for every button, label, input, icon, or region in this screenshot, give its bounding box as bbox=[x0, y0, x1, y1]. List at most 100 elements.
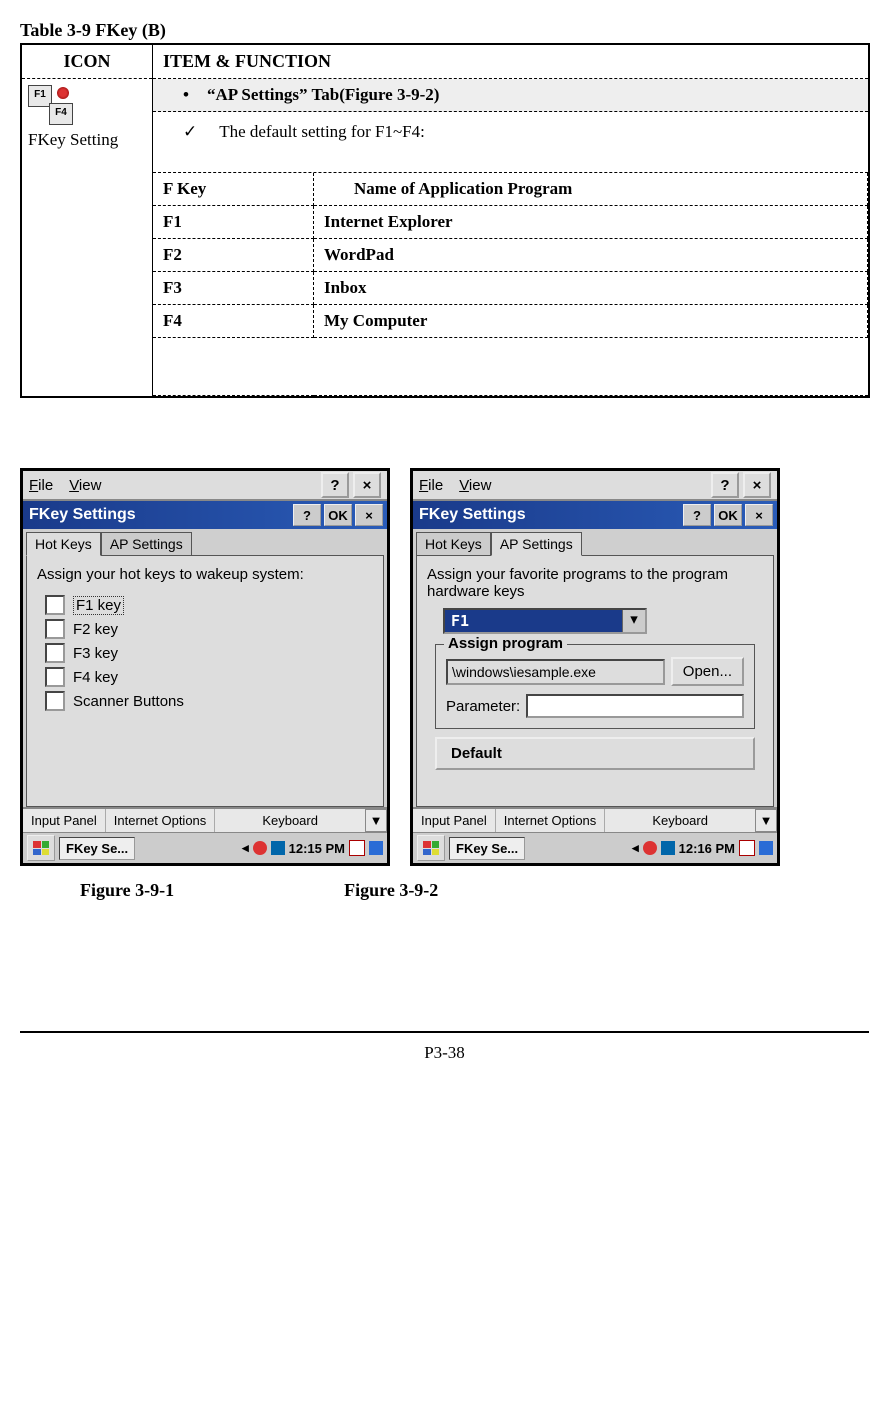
window-titlebar: FKey Settings ? OK × bbox=[23, 501, 387, 529]
fkey-dropdown[interactable]: F1 ▾ bbox=[443, 608, 647, 634]
checkbox-icon[interactable] bbox=[45, 691, 65, 711]
fkey-setting-icon: F1 F4 bbox=[28, 85, 73, 125]
checkbox-icon[interactable] bbox=[45, 619, 65, 639]
close-button[interactable]: × bbox=[353, 472, 381, 498]
help-button[interactable]: ? bbox=[321, 472, 349, 498]
tray-battery-icon[interactable] bbox=[271, 841, 285, 855]
tray-arrow-icon[interactable]: ◂ bbox=[242, 840, 249, 856]
bar-input-panel[interactable]: Input Panel bbox=[23, 809, 106, 832]
start-button[interactable] bbox=[27, 835, 55, 861]
bar-keyboard[interactable]: Keyboard bbox=[215, 809, 365, 832]
titlebar-help-button[interactable]: ? bbox=[293, 504, 321, 526]
tab-strip: Hot Keys AP Settings bbox=[23, 529, 387, 556]
titlebar-ok-button[interactable]: OK bbox=[714, 504, 742, 526]
help-button[interactable]: ? bbox=[711, 472, 739, 498]
window-title: FKey Settings bbox=[27, 506, 290, 524]
tray-alert-icon[interactable] bbox=[739, 840, 755, 856]
menu-file[interactable]: File bbox=[29, 477, 53, 494]
window-titlebar: FKey Settings ? OK × bbox=[413, 501, 777, 529]
page-number: P3-38 bbox=[20, 1043, 869, 1063]
control-panel-bar: Input Panel Internet Options Keyboard ▼ bbox=[23, 807, 387, 832]
bar-internet-options[interactable]: Internet Options bbox=[106, 809, 216, 832]
menu-file[interactable]: File bbox=[419, 477, 443, 494]
ap-settings-text: “AP Settings” Tab(Figure 3-9-2) bbox=[207, 85, 440, 104]
inner-header-name: Name of Application Program bbox=[314, 173, 868, 206]
titlebar-close-button[interactable]: × bbox=[355, 504, 383, 526]
check-scanner[interactable]: Scanner Buttons bbox=[45, 691, 373, 711]
tray-status-icon[interactable] bbox=[253, 841, 267, 855]
check-f4[interactable]: F4 key bbox=[45, 667, 373, 687]
hot-keys-panel: Assign your hot keys to wakeup system: F… bbox=[26, 555, 384, 807]
checkbox-icon[interactable] bbox=[45, 667, 65, 687]
system-tray: ◂ 12:16 PM bbox=[529, 840, 773, 856]
empty-row bbox=[153, 338, 868, 396]
task-fkey-settings[interactable]: FKey Se... bbox=[59, 837, 135, 860]
windows-logo-icon bbox=[33, 841, 49, 855]
menu-view[interactable]: View bbox=[459, 477, 491, 494]
table-row: F2 WordPad bbox=[153, 239, 868, 272]
check-f1[interactable]: F1 key bbox=[45, 595, 373, 615]
menubar: File View ? × bbox=[23, 471, 387, 501]
default-button[interactable]: Default bbox=[435, 737, 755, 770]
titlebar-help-button[interactable]: ? bbox=[683, 504, 711, 526]
cell-app: Internet Explorer bbox=[314, 206, 868, 239]
menu-view[interactable]: View bbox=[69, 477, 101, 494]
parameter-input[interactable] bbox=[526, 694, 744, 718]
check-label: F3 key bbox=[73, 645, 118, 662]
tray-arrow-icon[interactable]: ◂ bbox=[632, 840, 639, 856]
start-button[interactable] bbox=[417, 835, 445, 861]
check-f2[interactable]: F2 key bbox=[45, 619, 373, 639]
default-setting-line: The default setting for F1~F4: bbox=[153, 112, 868, 173]
cell-key: F4 bbox=[153, 305, 314, 338]
tab-ap-settings[interactable]: AP Settings bbox=[101, 532, 192, 556]
figure-captions: Figure 3-9-1 Figure 3-9-2 bbox=[80, 880, 869, 901]
tray-desktop-icon[interactable] bbox=[369, 841, 383, 855]
control-panel-bar: Input Panel Internet Options Keyboard ▼ bbox=[413, 807, 777, 832]
header-item: ITEM & FUNCTION bbox=[153, 44, 870, 79]
bar-internet-options[interactable]: Internet Options bbox=[496, 809, 606, 832]
icon-label: FKey Setting bbox=[28, 130, 146, 150]
tray-desktop-icon[interactable] bbox=[759, 841, 773, 855]
checkbox-icon[interactable] bbox=[45, 595, 65, 615]
tray-status-icon[interactable] bbox=[643, 841, 657, 855]
chevron-down-icon[interactable]: ▾ bbox=[622, 610, 645, 632]
check-label: F1 key bbox=[73, 596, 124, 615]
bar-scroll-down[interactable]: ▼ bbox=[755, 809, 777, 832]
checkbox-icon[interactable] bbox=[45, 643, 65, 663]
tab-ap-settings[interactable]: AP Settings bbox=[491, 532, 582, 556]
tray-clock[interactable]: 12:16 PM bbox=[679, 841, 735, 856]
program-path-input[interactable]: \windows\iesample.exe bbox=[446, 659, 665, 685]
titlebar-close-button[interactable]: × bbox=[745, 504, 773, 526]
group-legend: Assign program bbox=[444, 635, 567, 652]
bar-input-panel[interactable]: Input Panel bbox=[413, 809, 496, 832]
titlebar-ok-button[interactable]: OK bbox=[324, 504, 352, 526]
bullet-icon bbox=[183, 85, 207, 104]
screenshots-row: File View ? × FKey Settings ? OK × Hot K… bbox=[20, 468, 869, 866]
icon-key-f4: F4 bbox=[49, 103, 73, 125]
table-row: F3 Inbox bbox=[153, 272, 868, 305]
screenshot-2: File View ? × FKey Settings ? OK × Hot K… bbox=[410, 468, 780, 866]
tray-alert-icon[interactable] bbox=[349, 840, 365, 856]
check-label: Scanner Buttons bbox=[73, 693, 184, 710]
ap-settings-row: “AP Settings” Tab(Figure 3-9-2) bbox=[153, 79, 868, 112]
ap-settings-panel: Assign your favorite programs to the pro… bbox=[416, 555, 774, 807]
bar-scroll-down[interactable]: ▼ bbox=[365, 809, 387, 832]
inner-header-fkey: F Key bbox=[153, 173, 314, 206]
figure-2-caption: Figure 3-9-2 bbox=[344, 880, 438, 901]
tray-battery-icon[interactable] bbox=[661, 841, 675, 855]
tab-hot-keys[interactable]: Hot Keys bbox=[416, 532, 491, 556]
table-caption: Table 3-9 FKey (B) bbox=[20, 20, 869, 41]
tab-hot-keys[interactable]: Hot Keys bbox=[26, 532, 101, 556]
check-f3[interactable]: F3 key bbox=[45, 643, 373, 663]
footer-divider bbox=[20, 1031, 869, 1033]
tray-clock[interactable]: 12:15 PM bbox=[289, 841, 345, 856]
open-button[interactable]: Open... bbox=[671, 657, 744, 686]
bar-keyboard[interactable]: Keyboard bbox=[605, 809, 755, 832]
task-fkey-settings[interactable]: FKey Se... bbox=[449, 837, 525, 860]
cell-key: F3 bbox=[153, 272, 314, 305]
close-button[interactable]: × bbox=[743, 472, 771, 498]
gear-icon bbox=[57, 87, 69, 99]
ap-settings-desc: Assign your favorite programs to the pro… bbox=[427, 566, 763, 600]
fkey-inner-table: F Key Name of Application Program F1 Int… bbox=[153, 173, 868, 396]
content-cell: “AP Settings” Tab(Figure 3-9-2) The defa… bbox=[153, 79, 870, 398]
